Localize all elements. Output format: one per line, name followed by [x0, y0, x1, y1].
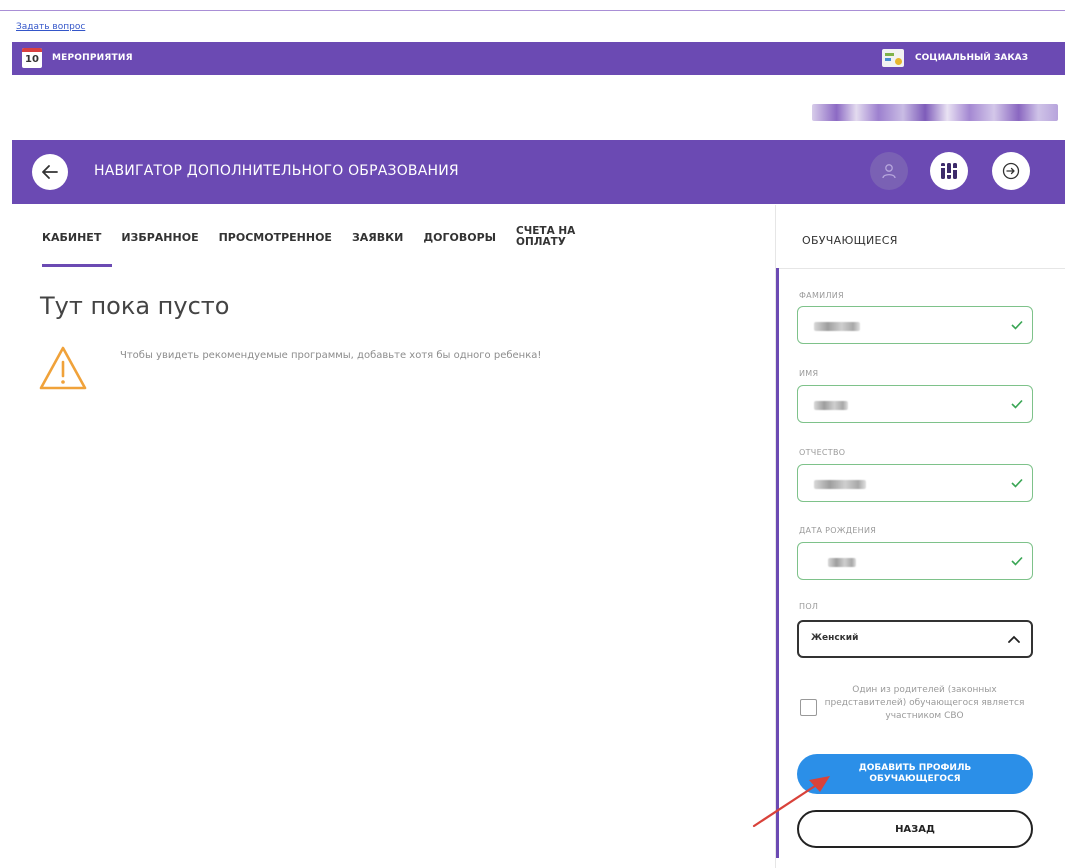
- logout-button[interactable]: [992, 152, 1030, 190]
- svo-participant-checkbox[interactable]: [800, 699, 817, 716]
- svo-participant-label[interactable]: Один из родителей (законных представител…: [822, 684, 1027, 723]
- tab-requests[interactable]: ЗАЯВКИ: [352, 231, 403, 244]
- check-icon: [1011, 478, 1023, 488]
- surname-value-blurred: [814, 322, 860, 331]
- user-profile-button[interactable]: [870, 152, 908, 190]
- gender-select[interactable]: Женский: [797, 620, 1033, 658]
- empty-state-message: Чтобы увидеть рекомендуемые программы, д…: [120, 350, 542, 361]
- sidebar-title: ОБУЧАЮЩИЕСЯ: [802, 234, 898, 247]
- birth-date-label: ДАТА РОЖДЕНИЯ: [799, 526, 877, 535]
- events-link[interactable]: МЕРОПРИЯТИЯ: [52, 53, 133, 63]
- empty-state-title: Тут пока пусто: [40, 292, 230, 320]
- filter-icon: [940, 163, 958, 179]
- user-name-blurred: [812, 104, 1058, 121]
- tab-contracts[interactable]: ДОГОВОРЫ: [423, 231, 496, 244]
- calendar-day: 10: [25, 54, 39, 65]
- user-icon: [882, 164, 896, 179]
- back-arrow-button[interactable]: [32, 154, 68, 190]
- back-button[interactable]: НАЗАД: [797, 810, 1033, 848]
- chevron-up-icon: [1008, 635, 1020, 643]
- sidebar-header-divider: [775, 268, 1065, 269]
- check-icon: [1011, 556, 1023, 566]
- top-divider: [0, 10, 1065, 11]
- cabinet-tabs: КАБИНЕТ ИЗБРАННОЕ ПРОСМОТРЕННОЕ ЗАЯВКИ Д…: [42, 226, 616, 248]
- birth-date-value-blurred: [828, 558, 856, 567]
- tab-cabinet[interactable]: КАБИНЕТ: [42, 231, 101, 244]
- check-icon: [1011, 320, 1023, 330]
- surname-label: ФАМИЛИЯ: [799, 291, 844, 300]
- navigator-header: НАВИГАТОР ДОПОЛНИТЕЛЬНОГО ОБРАЗОВАНИЯ: [12, 140, 1065, 204]
- check-icon: [1011, 399, 1023, 409]
- calendar-icon[interactable]: 10: [22, 48, 42, 68]
- patronymic-field[interactable]: [797, 464, 1033, 502]
- ask-question-link[interactable]: Задать вопрос: [16, 22, 85, 32]
- tab-viewed[interactable]: ПРОСМОТРЕННОЕ: [219, 231, 332, 244]
- first-name-label: ИМЯ: [799, 369, 819, 378]
- gender-label: ПОЛ: [799, 602, 819, 611]
- birth-date-field[interactable]: [797, 542, 1033, 580]
- logout-icon: [1002, 162, 1020, 180]
- social-order-icon[interactable]: [882, 49, 904, 67]
- page-title: НАВИГАТОР ДОПОЛНИТЕЛЬНОГО ОБРАЗОВАНИЯ: [94, 163, 459, 179]
- top-bar: 10 МЕРОПРИЯТИЯ СОЦИАЛЬНЫЙ ЗАКАЗ: [12, 42, 1065, 75]
- filter-button[interactable]: [930, 152, 968, 190]
- first-name-field[interactable]: [797, 385, 1033, 423]
- active-tab-indicator: [42, 264, 112, 267]
- gender-selected-value: Женский: [811, 633, 859, 643]
- tab-invoices[interactable]: СЧЕТА НА ОПЛАТУ: [516, 226, 596, 248]
- first-name-value-blurred: [814, 401, 848, 410]
- patronymic-value-blurred: [814, 480, 866, 489]
- surname-field[interactable]: [797, 306, 1033, 344]
- back-arrow-icon: [42, 165, 58, 179]
- patronymic-label: ОТЧЕСТВО: [799, 448, 846, 457]
- warning-icon: [39, 346, 87, 390]
- social-order-link[interactable]: СОЦИАЛЬНЫЙ ЗАКАЗ: [915, 53, 1028, 63]
- tab-favorites[interactable]: ИЗБРАННОЕ: [121, 231, 198, 244]
